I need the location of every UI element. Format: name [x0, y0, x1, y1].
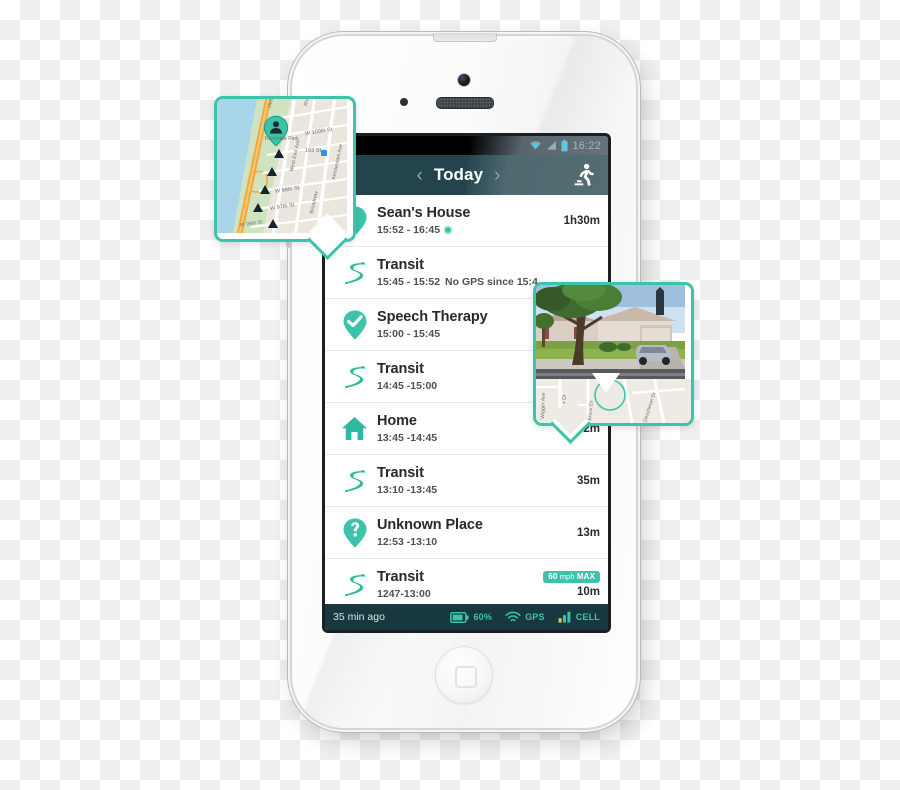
max-speed-value: 60: [548, 572, 558, 581]
map-street-label: Wigger Ave: [540, 392, 547, 419]
home-button[interactable]: [435, 646, 493, 704]
android-status-bar: 16:22: [325, 136, 608, 155]
street-view-callout[interactable]: Wigger Ave Honfleur Dr Brock Dr Descheve…: [533, 282, 694, 445]
device-status-bar: 35 min ago 60% GPS CELL: [325, 604, 608, 630]
time-range-wrap: 13:45 -14:45: [377, 432, 570, 444]
time-range-wrap: 1247-13:00: [377, 588, 543, 600]
screenshot-stage: 16:22 ‹ Today › Sean's House 15:52 - 16:…: [0, 0, 900, 790]
time-range: 13:45 -14:45: [377, 431, 438, 444]
timeline-row[interactable]: Unknown Place 12:53 -13:10 13m: [325, 507, 608, 559]
row-meta: 35m: [577, 475, 600, 487]
gps-status: GPS: [505, 611, 545, 623]
front-camera-icon: [458, 74, 470, 86]
max-speed-unit: mph: [559, 572, 575, 581]
map-street-label: 163 St: [305, 148, 322, 154]
transit-road-icon: [332, 572, 377, 597]
time-range: 13:10 -13:45: [377, 483, 438, 496]
date-navigator: ‹ Today ›: [357, 165, 560, 185]
street-view-pointer-notch: [592, 373, 620, 393]
street-view-inner: Wigger Ave Honfleur Dr Brock Dr Descheve…: [536, 285, 691, 423]
wifi-icon: [530, 141, 542, 150]
cell-bars-icon: [558, 611, 571, 623]
activity-button[interactable]: [560, 163, 608, 187]
duration-label: 10m: [576, 586, 600, 598]
map-preview-callout[interactable]: Henry Hudson Pkwy Riverside Dr W 100th S…: [214, 96, 356, 261]
transit-road-icon: [332, 364, 377, 389]
proximity-sensor-icon: [400, 98, 408, 106]
earpiece-speaker: [436, 97, 494, 109]
duration-label: 1h30m: [563, 214, 600, 227]
transit-road-icon: [332, 468, 377, 493]
timeline-row[interactable]: Sean's House 15:52 - 16:45 1h30m: [325, 195, 608, 247]
check-pin-icon: [332, 309, 377, 341]
duration-label: 13m: [576, 526, 600, 539]
timeline-row[interactable]: Transit 13:10 -13:45 35m: [325, 455, 608, 507]
place-name: Unknown Place: [377, 517, 483, 534]
max-speed-badge: 60 mph MAX: [543, 571, 600, 583]
time-range-wrap: 15:52 - 16:45: [377, 224, 564, 236]
time-range: 15:45 - 15:52: [377, 275, 441, 288]
battery-level-label: 60%: [473, 612, 493, 622]
row-meta: 60 mph MAX 10m: [543, 571, 600, 598]
time-range: 1247-13:00: [377, 587, 431, 600]
transit-road-icon: [332, 260, 377, 285]
row-meta: 13m: [577, 527, 600, 539]
cell-label: CELL: [575, 612, 600, 622]
prev-day-button[interactable]: ‹: [417, 166, 423, 185]
gps-wave-icon: [505, 611, 521, 622]
place-name: Transit: [377, 465, 424, 482]
running-person-icon: [574, 163, 594, 186]
max-speed-suffix: MAX: [576, 572, 595, 581]
home-icon: [332, 416, 377, 441]
time-range: 12:53 -13:10: [377, 535, 438, 548]
cell-status: CELL: [558, 611, 600, 623]
gps-note: No GPS since 15:4: [445, 275, 538, 288]
time-range-wrap: 13:10 -13:45: [377, 484, 577, 496]
place-name: Transit: [377, 569, 424, 586]
time-range: 15:52 - 16:45: [377, 223, 441, 236]
home-button-square-icon: [455, 666, 477, 688]
time-range-wrap: 12:53 -13:10: [377, 536, 577, 548]
next-day-button[interactable]: ›: [494, 166, 500, 185]
status-bar-clock: 16:22: [572, 139, 601, 152]
question-pin-icon: [332, 517, 377, 549]
phone-top-notch: [433, 33, 497, 42]
place-name: Transit: [377, 257, 424, 274]
person-pin-icon: [263, 115, 289, 147]
map-park-label: Riverside Park: [265, 136, 299, 142]
battery-status: 60%: [450, 611, 493, 623]
battery-icon: [561, 139, 569, 151]
timeline-row[interactable]: Transit 1247-13:00 60 mph MAX 10m: [325, 559, 608, 610]
signal-icon: [547, 141, 557, 150]
battery-icon: [450, 611, 470, 623]
row-meta: 1h30m: [564, 215, 600, 227]
time-range: 15:00 - 15:45: [377, 327, 441, 340]
gps-label: GPS: [525, 612, 545, 622]
app-header: ‹ Today ›: [325, 155, 608, 195]
duration-label: 35m: [576, 474, 600, 487]
live-indicator-icon: [445, 226, 452, 233]
time-range: 14:45 -15:00: [377, 379, 438, 392]
place-name: Sean's House: [377, 205, 471, 222]
page-title: Today: [433, 165, 484, 184]
last-update-label: 35 min ago: [333, 611, 385, 623]
